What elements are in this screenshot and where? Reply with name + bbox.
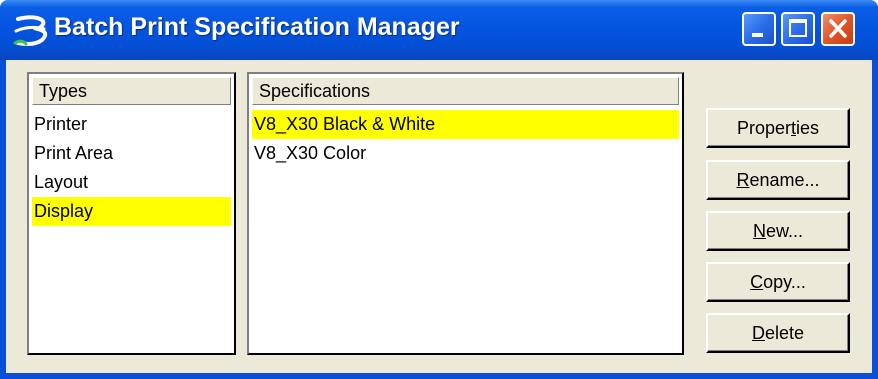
copy-mnemonic: C [750, 272, 764, 292]
specifications-column-header[interactable]: Specifications [252, 77, 679, 105]
rename-button[interactable]: Rename... [706, 160, 850, 200]
list-item-printer[interactable]: Printer [32, 110, 231, 139]
specifications-rows: V8_X30 Black & White V8_X30 Color [252, 110, 679, 168]
new-button[interactable]: New... [706, 211, 850, 251]
new-mnemonic: N [752, 221, 766, 241]
dialog-client-area: Types Printer Print Area Layout Display … [6, 60, 872, 373]
window-title: Batch Print Specification Manager [54, 13, 460, 41]
delete-button[interactable]: Delete [706, 313, 850, 353]
list-item-print-area[interactable]: Print Area [32, 139, 231, 168]
minimize-button[interactable] [742, 12, 776, 46]
title-bar[interactable]: Batch Print Specification Manager [0, 0, 878, 60]
copy-label-post: opy... [763, 272, 806, 292]
list-item-v8-x30-black-white[interactable]: V8_X30 Black & White [252, 110, 679, 139]
list-item-layout[interactable]: Layout [32, 168, 231, 197]
properties-button[interactable]: Properties [706, 108, 850, 148]
batch-print-window: Batch Print Specification Manager Types … [0, 0, 878, 379]
maximize-icon [789, 19, 807, 37]
copy-button[interactable]: Copy... [706, 262, 850, 302]
maximize-button[interactable] [781, 12, 815, 46]
close-icon [829, 19, 847, 38]
properties-label-post: ies [796, 118, 820, 138]
rename-mnemonic: R [736, 170, 750, 190]
types-list[interactable]: Types Printer Print Area Layout Display [27, 72, 236, 355]
specifications-list[interactable]: Specifications V8_X30 Black & White V8_X… [247, 72, 684, 355]
close-button[interactable] [821, 12, 855, 46]
delete-label-post: elete [764, 323, 805, 343]
types-rows: Printer Print Area Layout Display [32, 110, 231, 226]
types-column-header[interactable]: Types [32, 77, 231, 105]
bentley-b-icon [13, 15, 48, 46]
minimize-icon [752, 33, 763, 37]
delete-mnemonic: D [751, 323, 765, 343]
new-label-post: ew... [765, 221, 804, 241]
rename-label-post: ename... [749, 170, 820, 190]
properties-label-pre: Proper [736, 118, 791, 138]
list-item-display[interactable]: Display [32, 197, 231, 226]
list-item-v8-x30-color[interactable]: V8_X30 Color [252, 139, 679, 168]
